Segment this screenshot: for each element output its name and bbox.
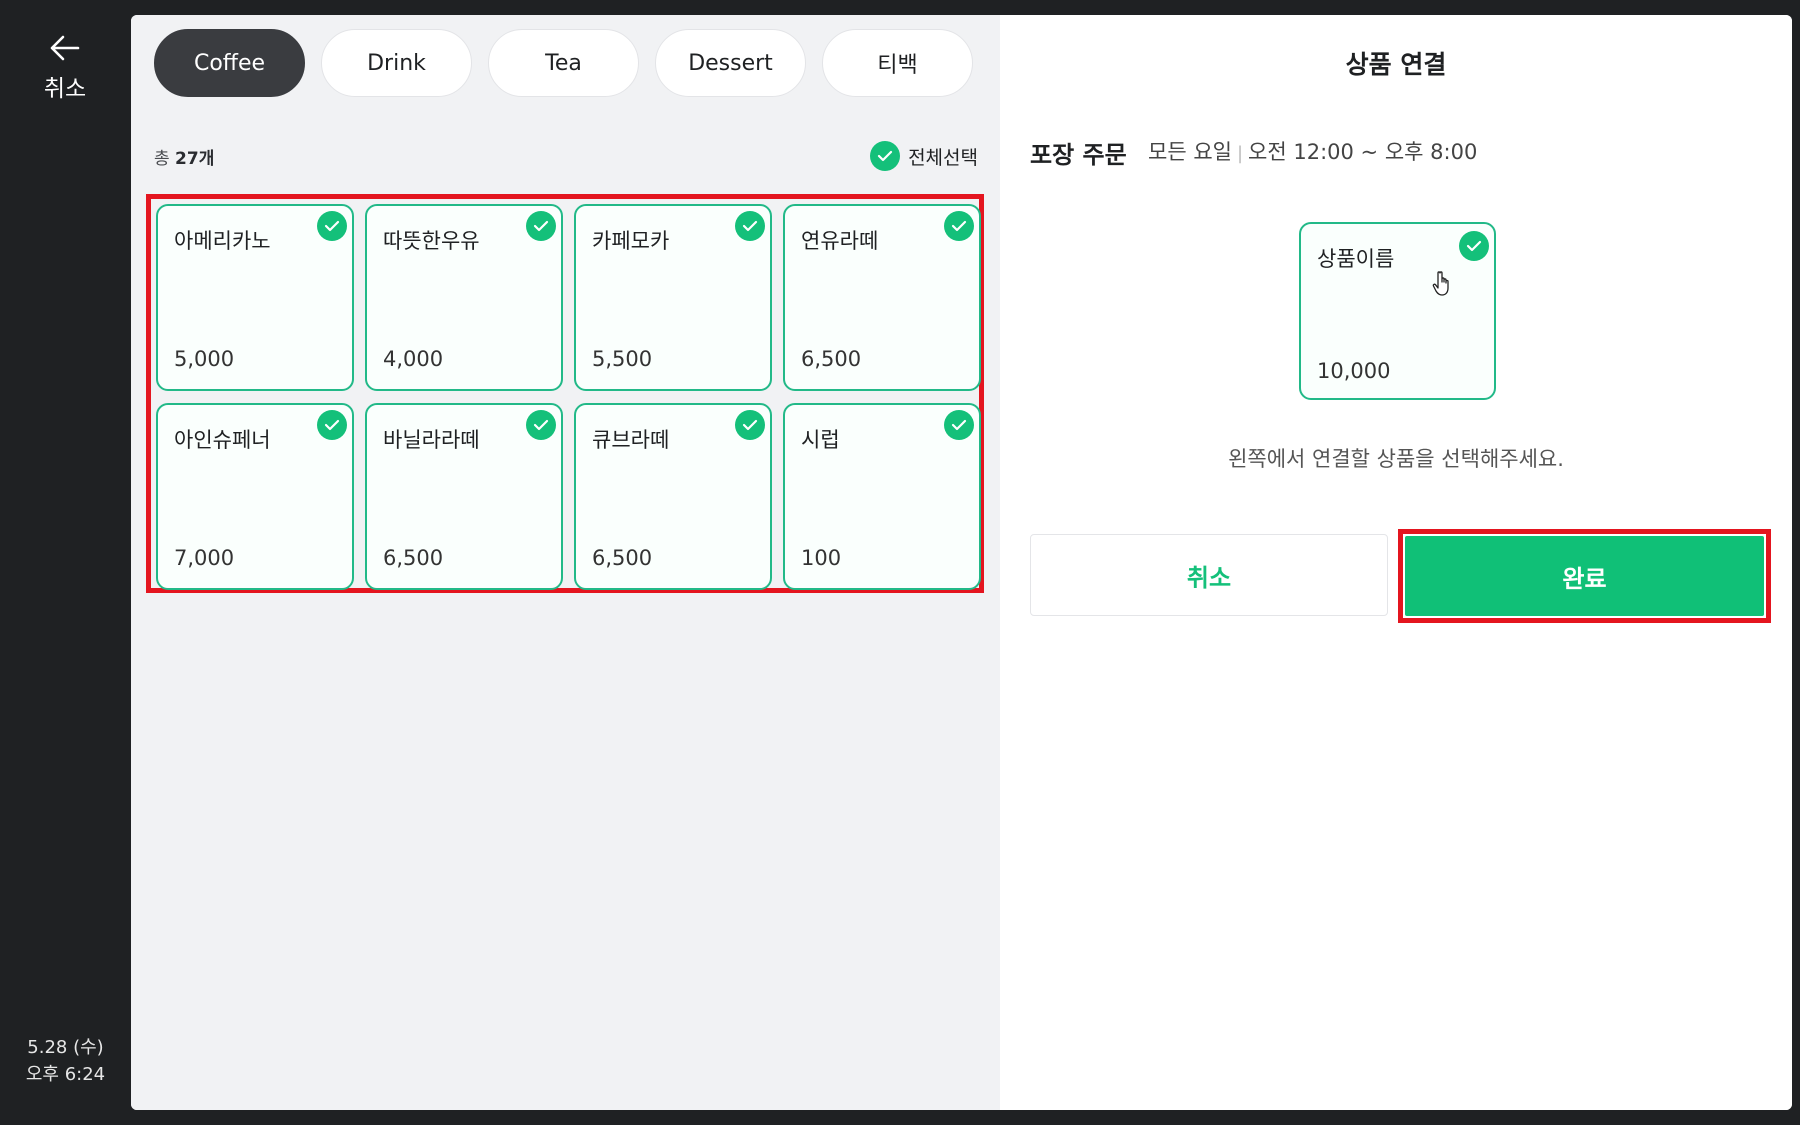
cancel-button[interactable]: 취소 — [1030, 534, 1388, 616]
order-type: 포장 주문 — [1030, 141, 1127, 169]
product-card[interactable]: 카페모카 5,500 — [574, 204, 772, 391]
product-card[interactable]: 큐브라떼 6,500 — [574, 403, 772, 590]
link-pane: 상품 연결 포장 주문 모든 요일 | 오전 12:00 ~ 오후 8:00 상품이… — [1000, 15, 1792, 1110]
product-price: 100 — [801, 546, 842, 570]
done-button[interactable]: 완료 — [1405, 536, 1764, 616]
product-name: 아인슈페너 — [174, 428, 271, 452]
product-price: 5,000 — [174, 347, 235, 371]
linked-product-card[interactable]: 상품이름 10,000 — [1299, 222, 1496, 400]
done-highlight: 완료 — [1398, 529, 1771, 623]
check-icon — [944, 211, 974, 241]
product-name: 연유라떼 — [801, 229, 879, 253]
product-price: 5,500 — [592, 347, 653, 371]
time-text: 오후 6:24 — [25, 1064, 106, 1085]
product-name: 큐브라떼 — [592, 428, 670, 452]
product-grid: 아메리카노 5,000 따뜻한우유 4,000 카페모카 5,500 연유라떼 … — [156, 204, 981, 590]
product-card[interactable]: 연유라떼 6,500 — [783, 204, 981, 391]
category-tabs: Coffee Drink Tea Dessert 티백 — [154, 29, 973, 97]
back-button[interactable]: 취소 — [25, 35, 105, 120]
tab-dessert[interactable]: Dessert — [655, 29, 806, 97]
product-price: 7,000 — [174, 546, 235, 570]
product-card[interactable]: 아인슈페너 7,000 — [156, 403, 354, 590]
check-icon — [526, 410, 556, 440]
product-name: 바닐라라떼 — [383, 428, 480, 452]
select-all-label: 전체선택 — [908, 146, 978, 169]
check-icon — [317, 211, 347, 241]
product-card[interactable]: 시럽 100 — [783, 403, 981, 590]
schedule-days: 모든 요일 — [1148, 140, 1232, 164]
product-name: 시럽 — [801, 428, 840, 452]
linked-product-price: 10,000 — [1317, 359, 1391, 383]
product-price: 6,500 — [592, 546, 653, 570]
check-icon — [1459, 231, 1489, 261]
check-icon — [870, 141, 901, 171]
back-label: 취소 — [43, 76, 87, 102]
product-list-pane: Coffee Drink Tea Dessert 티백 총 27개 전체선택 아… — [131, 15, 1000, 1110]
tab-tea[interactable]: Tea — [488, 29, 639, 97]
main-panel: Coffee Drink Tea Dessert 티백 총 27개 전체선택 아… — [131, 15, 1792, 1110]
schedule: 모든 요일 | 오전 12:00 ~ 오후 8:00 — [1148, 136, 1477, 166]
product-card[interactable]: 따뜻한우유 4,000 — [365, 204, 563, 391]
select-all-button[interactable]: 전체선택 — [870, 141, 978, 171]
linked-product-name: 상품이름 — [1317, 247, 1395, 271]
tab-drink[interactable]: Drink — [321, 29, 472, 97]
hint-text: 왼쪽에서 연결할 상품을 선택해주세요. — [1228, 447, 1564, 471]
count-value: 27개 — [175, 149, 215, 169]
side-rail: 취소 5.28 (수) 오후 6:24 — [0, 0, 131, 1125]
check-icon — [944, 410, 974, 440]
tab-coffee[interactable]: Coffee — [154, 29, 305, 97]
item-count: 총 27개 — [154, 144, 214, 169]
date-text: 5.28 (수) — [27, 1037, 104, 1058]
product-price: 6,500 — [383, 546, 444, 570]
check-icon — [735, 410, 765, 440]
arrow-left-icon — [50, 35, 80, 61]
product-card[interactable]: 아메리카노 5,000 — [156, 204, 354, 391]
product-card[interactable]: 바닐라라떼 6,500 — [365, 403, 563, 590]
schedule-hours: 오전 12:00 ~ 오후 8:00 — [1248, 140, 1478, 164]
schedule-divider: | — [1236, 143, 1244, 164]
count-prefix: 총 — [154, 149, 170, 169]
product-price: 6,500 — [801, 347, 862, 371]
product-name: 카페모카 — [592, 229, 670, 253]
tab-teabag[interactable]: 티백 — [822, 29, 973, 97]
check-icon — [317, 410, 347, 440]
product-name: 아메리카노 — [174, 229, 271, 253]
page-title: 상품 연결 — [1345, 50, 1447, 79]
selection-highlight: 아메리카노 5,000 따뜻한우유 4,000 카페모카 5,500 연유라떼 … — [146, 194, 984, 593]
product-price: 4,000 — [383, 347, 444, 371]
clock: 5.28 (수) 오후 6:24 — [0, 1034, 131, 1088]
check-icon — [526, 211, 556, 241]
hand-cursor-icon — [1432, 271, 1449, 296]
check-icon — [735, 211, 765, 241]
product-name: 따뜻한우유 — [383, 229, 480, 253]
